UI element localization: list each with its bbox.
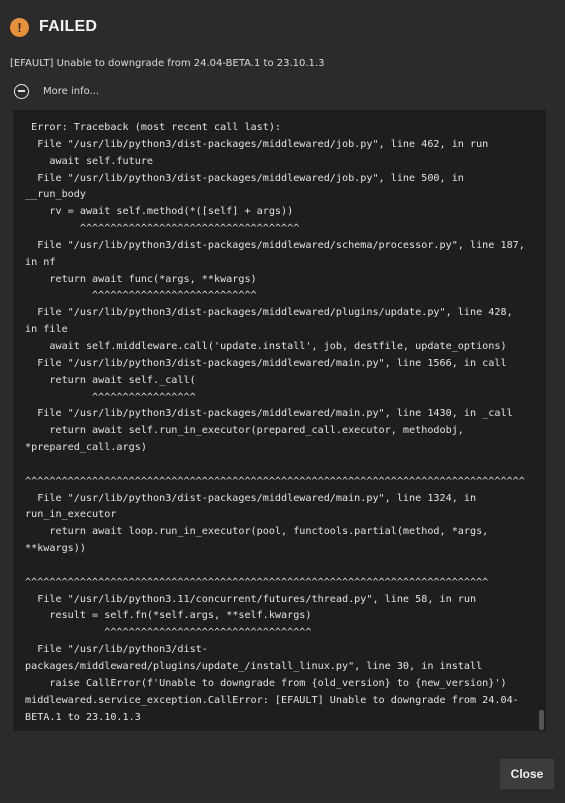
error-message: [EFAULT] Unable to downgrade from 24.04-… [10, 58, 325, 69]
minus-circle-icon[interactable] [14, 83, 29, 99]
traceback-line: *prepared_call.args) [25, 442, 147, 454]
traceback-line: run_in_executor [25, 509, 117, 521]
traceback-line: BETA.1 to 23.10.1.3 [25, 711, 141, 723]
traceback-line: result = self.fn(*self.args, **self.kwar… [25, 610, 312, 622]
traceback-line: File "/usr/lib/python3/dist- [25, 644, 208, 656]
dialog-header: ! FAILED [10, 16, 97, 38]
dialog-title: FAILED [39, 18, 98, 35]
traceback-panel[interactable]: Error: Traceback (most recent call last)… [13, 110, 546, 731]
more-info-toggle[interactable]: More info... [14, 81, 99, 101]
traceback-line: ^^^^^^^^^^^^^^^^^^^^^^^^^^^^^^^^^^^^ [25, 223, 300, 235]
traceback-line: File "/usr/lib/python3/dist-packages/mid… [25, 408, 513, 420]
warning-icon: ! [10, 17, 29, 37]
traceback-line: ^^^^^^^^^^^^^^^^^ [25, 391, 196, 403]
traceback-line: File "/usr/lib/python3/dist-packages/mid… [25, 307, 513, 319]
traceback-line: return await self.run_in_executor(prepar… [25, 425, 464, 437]
traceback-scrollbar[interactable] [539, 710, 544, 730]
traceback-line: ^^^^^^^^^^^^^^^^^^^^^^^^^^^^^^^^^^ [25, 627, 312, 639]
traceback-line: return await self._call( [25, 374, 196, 386]
traceback-line: return await func(*args, **kwargs) [25, 273, 257, 285]
traceback-line: File "/usr/lib/python3/dist-packages/mid… [25, 239, 525, 251]
traceback-line: ^^^^^^^^^^^^^^^^^^^^^^^^^^^^^^^^^^^^^^^^… [25, 475, 525, 487]
traceback-line: File "/usr/lib/python3/dist-packages/mid… [25, 172, 464, 184]
traceback-line: ^^^^^^^^^^^^^^^^^^^^^^^^^^^ [25, 290, 257, 302]
close-button[interactable]: Close [500, 759, 554, 789]
traceback-line: File "/usr/lib/python3/dist-packages/mid… [25, 492, 477, 504]
traceback-line: File "/usr/lib/python3/dist-packages/mid… [25, 357, 507, 369]
traceback-line: return await loop.run_in_executor(pool, … [25, 526, 489, 538]
traceback-line: await self.middleware.call('update.insta… [25, 340, 507, 352]
error-dialog: ! FAILED [EFAULT] Unable to downgrade fr… [0, 0, 565, 803]
traceback-line: ^^^^^^^^^^^^^^^^^^^^^^^^^^^^^^^^^^^^^^^^… [25, 576, 489, 588]
traceback-line: Error: Traceback (most recent call last)… [25, 122, 282, 133]
traceback-line: raise CallError(f'Unable to downgrade fr… [25, 677, 507, 689]
traceback-text: Error: Traceback (most recent call last)… [13, 110, 546, 726]
traceback-line: await self.future [25, 155, 154, 167]
traceback-line: File "/usr/lib/python3.11/concurrent/fut… [25, 593, 477, 605]
traceback-line: File "/usr/lib/python3/dist-packages/mid… [25, 138, 489, 150]
traceback-line: middlewared.service_exception.CallError:… [25, 694, 519, 706]
traceback-line: packages/middlewared/plugins/update_/ins… [25, 661, 483, 672]
traceback-line: in nf [25, 256, 56, 268]
traceback-line: rv = await self.method(*([self] + args)) [25, 206, 294, 218]
more-info-label[interactable]: More info... [43, 86, 99, 97]
traceback-line: **kwargs)) [25, 543, 86, 555]
traceback-line: in file [25, 324, 68, 336]
traceback-line: __run_body [25, 189, 86, 201]
